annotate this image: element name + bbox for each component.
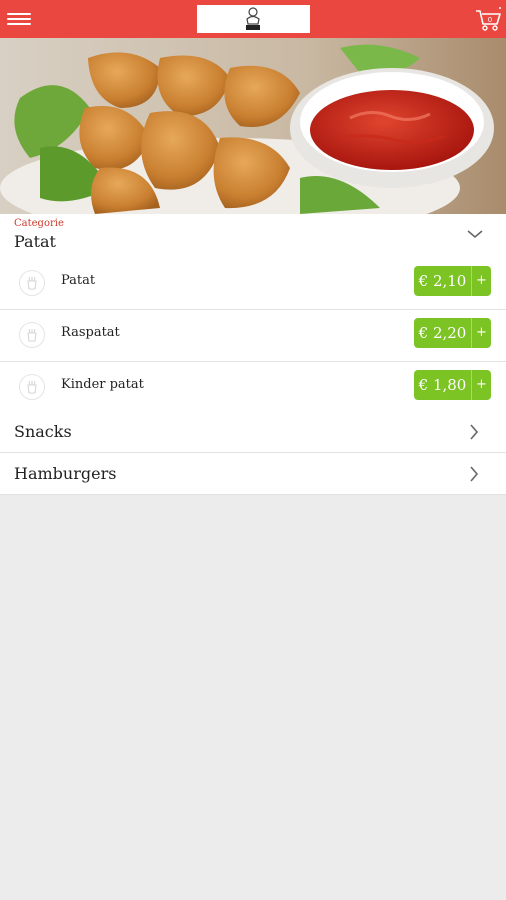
- product-price[interactable]: € 1,80: [414, 370, 471, 400]
- app-header: 0: [0, 0, 506, 38]
- category-caption: Categorie: [14, 218, 64, 229]
- product-row: Patat € 2,10 +: [0, 258, 506, 310]
- product-row: Kinder patat € 1,80 +: [0, 362, 506, 414]
- add-plus[interactable]: +: [471, 370, 491, 400]
- add-to-cart-button[interactable]: € 2,20 +: [414, 318, 491, 348]
- product-name: Kinder patat: [61, 377, 144, 392]
- chevron-right-icon: [470, 424, 479, 440]
- fries-icon: [19, 374, 45, 400]
- category-header-patat[interactable]: Categorie Patat: [0, 214, 506, 258]
- product-row: Raspatat € 2,20 +: [0, 310, 506, 362]
- category-row-snacks[interactable]: Snacks: [0, 411, 506, 453]
- shopping-cart-icon[interactable]: 0: [474, 6, 502, 34]
- category-row-hamburgers[interactable]: Hamburgers: [0, 453, 506, 495]
- category-row-label: Hamburgers: [14, 464, 117, 483]
- add-to-cart-button[interactable]: € 1,80 +: [414, 370, 491, 400]
- product-list: Patat € 2,10 + Raspatat € 2,20 + Kinder …: [0, 258, 506, 414]
- category-row-label: Snacks: [14, 422, 72, 441]
- product-name: Raspatat: [61, 325, 120, 340]
- hero-image-chicken-nuggets: [0, 38, 506, 214]
- category-title: Patat: [14, 232, 56, 251]
- fries-icon: [19, 322, 45, 348]
- product-price[interactable]: € 2,20: [414, 318, 471, 348]
- add-plus[interactable]: +: [471, 318, 491, 348]
- add-plus[interactable]: +: [471, 266, 491, 296]
- cart-count: 0: [488, 16, 492, 24]
- hamburger-menu-icon[interactable]: [7, 10, 31, 28]
- add-to-cart-button[interactable]: € 2,10 +: [414, 266, 491, 296]
- restaurant-logo: [197, 5, 310, 33]
- product-name: Patat: [61, 273, 96, 288]
- product-price[interactable]: € 2,10: [414, 266, 471, 296]
- fries-icon: [19, 270, 45, 296]
- chevron-down-icon[interactable]: [466, 228, 484, 240]
- chevron-right-icon: [470, 466, 479, 482]
